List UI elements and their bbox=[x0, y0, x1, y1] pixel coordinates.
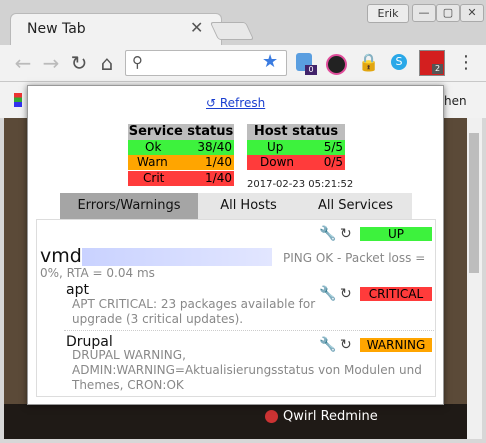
refresh-link[interactable]: ↺ Refresh bbox=[206, 96, 265, 110]
service-warn-value: 1/40 bbox=[205, 155, 232, 169]
bookmark-item[interactable]: hen bbox=[444, 94, 467, 108]
service-status-header: Service status bbox=[128, 124, 234, 140]
service-name-apt[interactable]: apt bbox=[66, 282, 89, 298]
service-crit-label: Crit bbox=[143, 171, 165, 185]
forward-icon[interactable]: → bbox=[40, 52, 62, 74]
search-icon: ⚲ bbox=[132, 53, 143, 71]
bottom-link[interactable]: Qwirl Redmine bbox=[283, 409, 378, 424]
extension-badge: 0 bbox=[305, 65, 317, 75]
minimize-button[interactable]: — bbox=[412, 4, 436, 22]
host-down-label: Down bbox=[260, 155, 295, 169]
recheck-icon[interactable]: ↻ bbox=[340, 226, 352, 242]
scrollbar-thumb[interactable] bbox=[469, 133, 479, 273]
home-icon[interactable]: ⌂ bbox=[96, 52, 118, 74]
tab-errors-warnings[interactable]: Errors/Warnings bbox=[60, 193, 198, 219]
reload-icon[interactable]: ↻ bbox=[68, 52, 90, 74]
color-picker-icon[interactable] bbox=[326, 54, 347, 75]
tab-close-icon[interactable]: ✕ bbox=[190, 18, 203, 37]
page-bottom-strip bbox=[4, 404, 467, 439]
close-window-button[interactable]: ✕ bbox=[460, 4, 484, 22]
service-crit-value: 1/40 bbox=[205, 171, 232, 185]
service-crit-row: Crit 1/40 bbox=[128, 171, 234, 186]
lock-icon[interactable]: 🔒 bbox=[358, 53, 379, 73]
host-down-row: Down 0/5 bbox=[247, 155, 345, 170]
tab-title: New Tab bbox=[27, 21, 86, 37]
maximize-button[interactable]: ▢ bbox=[436, 4, 460, 22]
nagios-badge: 2 bbox=[432, 64, 443, 74]
bookmark-star-icon[interactable]: ★ bbox=[262, 51, 278, 72]
service-ok-row: Ok 38/40 bbox=[128, 140, 234, 155]
menu-icon[interactable]: ⋮ bbox=[457, 52, 475, 73]
service-text-drupal: DRUPAL WARNING, ADMIN:WARNING=Aktualisie… bbox=[72, 348, 422, 392]
tab-all-hosts[interactable]: All Hosts bbox=[198, 193, 299, 219]
service-ok-value: 38/40 bbox=[197, 140, 232, 154]
host-up-value: 5/5 bbox=[323, 140, 343, 154]
service-ok-label: Ok bbox=[145, 140, 162, 154]
host-status-badge: UP bbox=[360, 227, 432, 241]
apps-icon[interactable] bbox=[14, 93, 22, 107]
tab-all-services[interactable]: All Services bbox=[299, 193, 412, 219]
host-status-header: Host status bbox=[247, 124, 345, 140]
service-text-apt: APT CRITICAL: 23 packages available for … bbox=[72, 297, 316, 326]
service-warn-label: Warn bbox=[137, 155, 168, 169]
host-info: PING OK - Packet loss = 0%, RTA = 0.04 m… bbox=[40, 251, 426, 280]
redmine-icon bbox=[265, 410, 278, 423]
host-down-value: 0/5 bbox=[323, 155, 343, 169]
wrench-icon[interactable]: 🔧 bbox=[319, 226, 336, 242]
profile-button[interactable]: Erik bbox=[367, 4, 409, 23]
service-warn-row: Warn 1/40 bbox=[128, 155, 234, 170]
recheck-icon[interactable]: ↻ bbox=[340, 286, 352, 302]
divider bbox=[64, 330, 434, 332]
back-icon[interactable]: ← bbox=[12, 52, 34, 74]
host-up-row: Up 5/5 bbox=[247, 140, 345, 155]
skype-icon[interactable]: S bbox=[391, 54, 407, 70]
last-update-timestamp: 2017-02-23 05:21:52 bbox=[247, 179, 354, 190]
service-status-badge-apt: CRITICAL bbox=[360, 287, 432, 301]
host-up-label: Up bbox=[267, 140, 284, 154]
